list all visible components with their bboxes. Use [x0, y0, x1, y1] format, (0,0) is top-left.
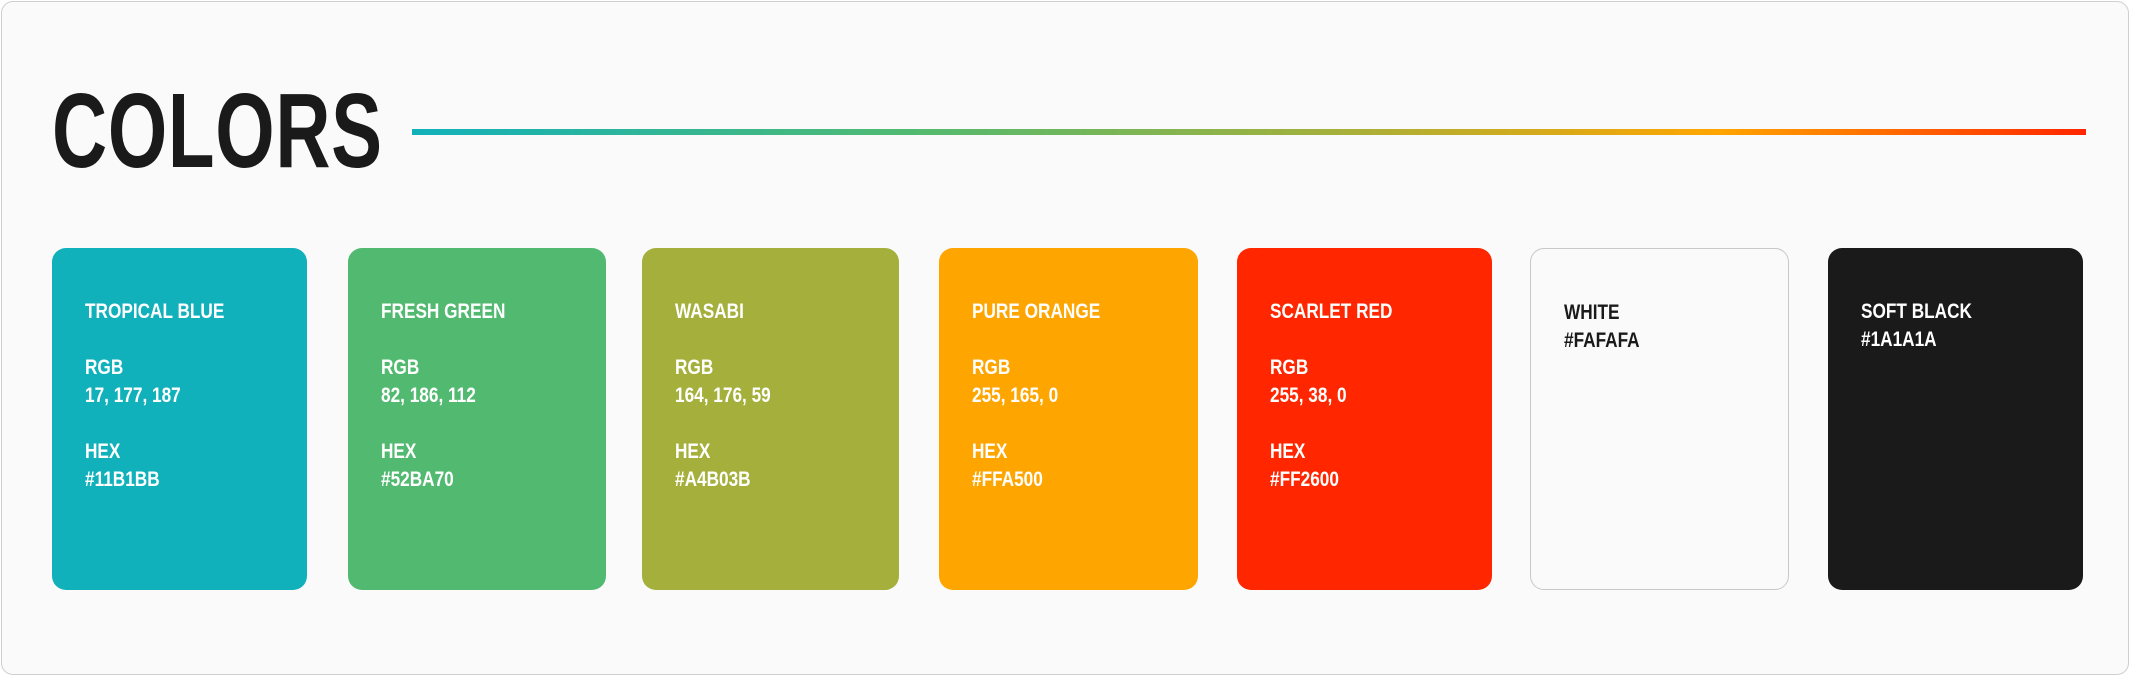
swatch-white: WHITE #FAFAFA [1530, 248, 1789, 590]
hex-value: #FAFAFA [1564, 329, 1640, 352]
rgb-label: RGB [85, 356, 124, 379]
rgb-value: 164, 176, 59 [675, 384, 771, 407]
swatch-wasabi: WASABI RGB 164, 176, 59 HEX #A4B03B [642, 248, 899, 590]
swatch-name: WHITE [1564, 301, 1620, 324]
hex-label: HEX [675, 440, 711, 463]
swatch-name: TROPICAL BLUE [85, 300, 225, 323]
rgb-value: 17, 177, 187 [85, 384, 181, 407]
rgb-value: 255, 38, 0 [1270, 384, 1347, 407]
swatch-name: WASABI [675, 300, 744, 323]
swatch-tropical-blue: TROPICAL BLUE RGB 17, 177, 187 HEX #11B1… [52, 248, 307, 590]
hex-label: HEX [1270, 440, 1306, 463]
rgb-label: RGB [675, 356, 714, 379]
swatch-fresh-green: FRESH GREEN RGB 82, 186, 112 HEX #52BA70 [348, 248, 606, 590]
rgb-label: RGB [1270, 356, 1309, 379]
swatch-name: SCARLET RED [1270, 300, 1393, 323]
hex-value: #1A1A1A [1861, 328, 1937, 351]
hex-label: HEX [972, 440, 1008, 463]
swatch-pure-orange: PURE ORANGE RGB 255, 165, 0 HEX #FFA500 [939, 248, 1198, 590]
hex-value: #11B1BB [85, 468, 160, 491]
gradient-divider [412, 129, 2086, 135]
swatch-name: FRESH GREEN [381, 300, 506, 323]
swatch-name: SOFT BLACK [1861, 300, 1972, 323]
swatch-name: PURE ORANGE [972, 300, 1101, 323]
hex-label: HEX [85, 440, 121, 463]
page-title: COLORS [52, 72, 383, 190]
rgb-value: 82, 186, 112 [381, 384, 476, 407]
hex-value: #52BA70 [381, 468, 454, 491]
hex-label: HEX [381, 440, 417, 463]
hex-value: #A4B03B [675, 468, 751, 491]
hex-value: #FFA500 [972, 468, 1043, 491]
rgb-label: RGB [972, 356, 1011, 379]
rgb-label: RGB [381, 356, 420, 379]
rgb-value: 255, 165, 0 [972, 384, 1059, 407]
hex-value: #FF2600 [1270, 468, 1339, 491]
color-palette-panel: COLORS TROPICAL BLUE RGB 17, 177, 187 HE… [1, 1, 2129, 675]
swatch-scarlet-red: SCARLET RED RGB 255, 38, 0 HEX #FF2600 [1237, 248, 1492, 590]
swatch-soft-black: SOFT BLACK #1A1A1A [1828, 248, 2083, 590]
